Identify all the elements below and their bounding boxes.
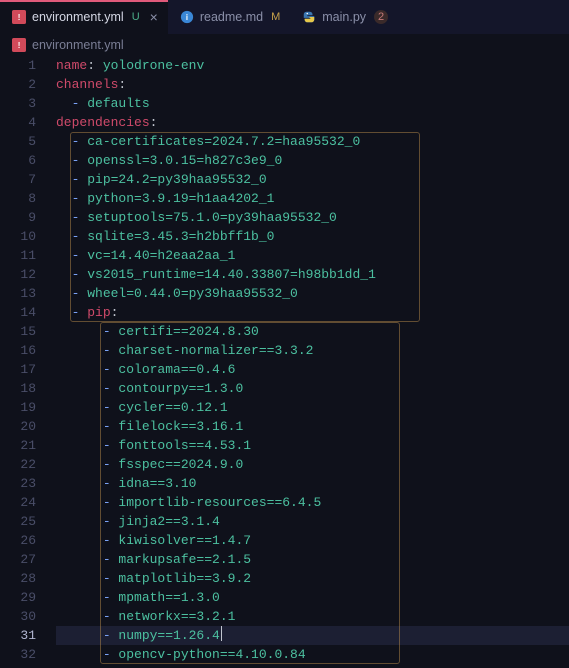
code-area[interactable]: name: yolodrone-envchannels: - defaultsd… <box>56 56 569 664</box>
line-number: 32 <box>0 645 36 664</box>
line-number: 26 <box>0 531 36 550</box>
code-line[interactable]: - markupsafe==2.1.5 <box>56 550 569 569</box>
code-line[interactable]: - defaults <box>56 94 569 113</box>
py-icon <box>302 10 316 24</box>
yaml-icon: ! <box>12 38 26 52</box>
tab-environment-yml[interactable]: ! environment.yml U × <box>0 0 168 34</box>
line-number: 21 <box>0 436 36 455</box>
line-number: 5 <box>0 132 36 151</box>
code-line[interactable]: - contourpy==1.3.0 <box>56 379 569 398</box>
code-line[interactable]: - pip=24.2=py39haa95532_0 <box>56 170 569 189</box>
code-line[interactable]: - networkx==3.2.1 <box>56 607 569 626</box>
line-number: 27 <box>0 550 36 569</box>
code-line[interactable]: - charset-normalizer==3.3.2 <box>56 341 569 360</box>
code-line[interactable]: - fonttools==4.53.1 <box>56 436 569 455</box>
line-number-gutter: 1234567891011121314151617181920212223242… <box>0 56 56 664</box>
code-line[interactable]: - ca-certificates=2024.7.2=haa95532_0 <box>56 132 569 151</box>
code-line[interactable]: - idna==3.10 <box>56 474 569 493</box>
line-number: 4 <box>0 113 36 132</box>
line-number: 3 <box>0 94 36 113</box>
code-line[interactable]: name: yolodrone-env <box>56 56 569 75</box>
line-number: 11 <box>0 246 36 265</box>
tab-label: environment.yml <box>32 10 124 24</box>
svg-text:!: ! <box>18 41 21 50</box>
line-number: 30 <box>0 607 36 626</box>
line-number: 19 <box>0 398 36 417</box>
line-number: 22 <box>0 455 36 474</box>
tab-main-py[interactable]: main.py 2 <box>290 0 398 34</box>
code-line[interactable]: - sqlite=3.45.3=h2bbff1b_0 <box>56 227 569 246</box>
code-line[interactable]: - opencv-python==4.10.0.84 <box>56 645 569 664</box>
line-number: 7 <box>0 170 36 189</box>
line-number: 13 <box>0 284 36 303</box>
line-number: 20 <box>0 417 36 436</box>
yaml-icon: ! <box>12 10 26 24</box>
tab-status: M <box>271 11 280 23</box>
line-number: 1 <box>0 56 36 75</box>
line-number: 15 <box>0 322 36 341</box>
code-line[interactable]: - numpy==1.26.4 <box>56 626 569 645</box>
line-number: 9 <box>0 208 36 227</box>
line-number: 25 <box>0 512 36 531</box>
svg-text:!: ! <box>18 13 21 22</box>
code-line[interactable]: - fsspec==2024.9.0 <box>56 455 569 474</box>
tab-bar: ! environment.yml U × i readme.md Mmain.py 2 <box>0 0 569 34</box>
line-number: 23 <box>0 474 36 493</box>
code-line[interactable]: - matplotlib==3.9.2 <box>56 569 569 588</box>
line-number: 16 <box>0 341 36 360</box>
line-number: 24 <box>0 493 36 512</box>
line-number: 6 <box>0 151 36 170</box>
line-number: 12 <box>0 265 36 284</box>
close-icon[interactable]: × <box>150 9 158 25</box>
line-number: 31 <box>0 626 36 645</box>
code-line[interactable]: - cycler==0.12.1 <box>56 398 569 417</box>
tab-label: readme.md <box>200 10 263 24</box>
code-line[interactable]: - vs2015_runtime=14.40.33807=h98bb1dd_1 <box>56 265 569 284</box>
line-number: 14 <box>0 303 36 322</box>
svg-text:i: i <box>186 13 188 22</box>
code-line[interactable]: dependencies: <box>56 113 569 132</box>
line-number: 8 <box>0 189 36 208</box>
code-line[interactable]: - filelock==3.16.1 <box>56 417 569 436</box>
code-line[interactable]: - certifi==2024.8.30 <box>56 322 569 341</box>
tab-label: main.py <box>322 10 366 24</box>
line-number: 10 <box>0 227 36 246</box>
breadcrumb: ! environment.yml <box>0 34 569 56</box>
code-line[interactable]: - mpmath==1.3.0 <box>56 588 569 607</box>
code-line[interactable]: - openssl=3.0.15=h827c3e9_0 <box>56 151 569 170</box>
code-line[interactable]: channels: <box>56 75 569 94</box>
code-line[interactable]: - setuptools=75.1.0=py39haa95532_0 <box>56 208 569 227</box>
code-line[interactable]: - colorama==0.4.6 <box>56 360 569 379</box>
code-line[interactable]: - kiwisolver==1.4.7 <box>56 531 569 550</box>
line-number: 2 <box>0 75 36 94</box>
line-number: 28 <box>0 569 36 588</box>
breadcrumb-label: environment.yml <box>32 38 124 52</box>
line-number: 18 <box>0 379 36 398</box>
editor[interactable]: 1234567891011121314151617181920212223242… <box>0 56 569 664</box>
line-number: 17 <box>0 360 36 379</box>
code-line[interactable]: - wheel=0.44.0=py39haa95532_0 <box>56 284 569 303</box>
tab-status: U <box>132 11 140 23</box>
code-line[interactable]: - importlib-resources==6.4.5 <box>56 493 569 512</box>
code-line[interactable]: - python=3.9.19=h1aa4202_1 <box>56 189 569 208</box>
code-line[interactable]: - jinja2==3.1.4 <box>56 512 569 531</box>
code-line[interactable]: - vc=14.40=h2eaa2aa_1 <box>56 246 569 265</box>
code-line[interactable]: - pip: <box>56 303 569 322</box>
tab-status: 2 <box>374 10 388 24</box>
md-icon: i <box>180 10 194 24</box>
line-number: 29 <box>0 588 36 607</box>
tab-readme-md[interactable]: i readme.md M <box>168 0 290 34</box>
